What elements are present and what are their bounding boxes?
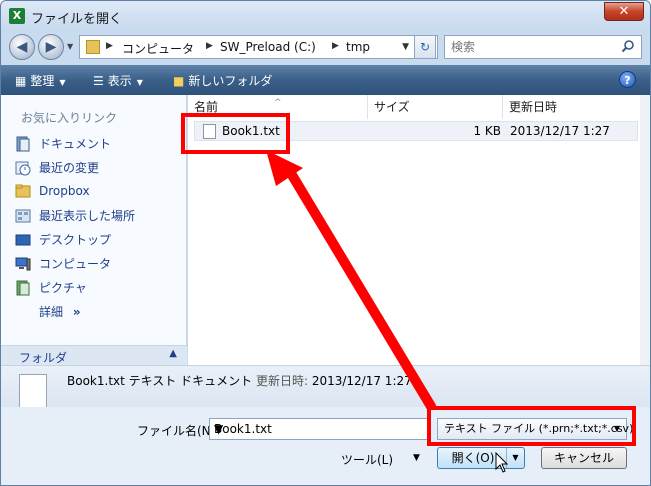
- details-modified-label: 更新日時:: [255, 374, 308, 388]
- open-label: 開く(O): [451, 451, 495, 465]
- new-folder-button[interactable]: ■ 新しいフォルダ: [173, 72, 272, 89]
- sidebar-item-label: 最近表示した場所: [39, 209, 136, 223]
- annotation-highlight-file-type: [427, 406, 636, 446]
- details-summary: Book1.txt テキスト ドキュメント 更新日時: 2013/12/17 1…: [67, 372, 412, 389]
- new-folder-label: 新しいフォルダ: [188, 74, 273, 88]
- vertical-scrollbar[interactable]: [640, 95, 650, 365]
- double-chevron-icon: »: [72, 305, 81, 319]
- folder-icon: [86, 40, 100, 54]
- chevron-down-icon[interactable]: ▼: [214, 422, 424, 436]
- window-title: ファイルを開く: [31, 12, 123, 27]
- file-size: 1 KB: [473, 124, 501, 138]
- organize-icon: ▦: [15, 74, 27, 88]
- tools-menu-button[interactable]: ツール(L): [341, 451, 393, 468]
- breadcrumb-separator-icon[interactable]: ▶: [106, 41, 113, 51]
- title-bar: X ファイルを開く ✕: [1, 1, 650, 31]
- refresh-button[interactable]: ↻: [414, 35, 436, 59]
- view-menu[interactable]: ☰ 表示 ▼: [93, 72, 143, 89]
- sidebar-item-computer[interactable]: コンピュータ: [15, 255, 111, 275]
- sidebar-item-dropbox[interactable]: Dropbox: [15, 183, 90, 203]
- breadcrumb-tmp[interactable]: tmp: [346, 40, 370, 54]
- sidebar-item-label: ピクチャ: [39, 281, 87, 295]
- desktop-icon: [15, 234, 31, 245]
- filename-combobox[interactable]: Book1.txt ▼: [209, 418, 429, 440]
- dropbox-folder-icon: [15, 184, 31, 198]
- recent-places-icon: [15, 209, 31, 222]
- folders-label: フォルダ: [19, 351, 68, 365]
- breadcrumb-separator-icon[interactable]: ▶: [332, 41, 339, 51]
- chevron-down-icon: ▼: [136, 78, 143, 87]
- sidebar-item-recent-changes[interactable]: 最近の変更: [15, 159, 99, 179]
- view-icon: ☰: [93, 74, 104, 88]
- view-label: 表示: [107, 74, 132, 88]
- text-document-icon: [19, 374, 47, 410]
- details-type: テキスト ドキュメント: [128, 374, 253, 388]
- sidebar-item-desktop[interactable]: デスクトップ: [15, 231, 111, 251]
- file-modified: 2013/12/17 1:27: [510, 124, 610, 138]
- filename-label: ファイル名(N):: [137, 424, 220, 438]
- details-link[interactable]: 詳細 »: [39, 303, 81, 320]
- recent-changes-icon: [15, 161, 31, 175]
- documents-icon: [16, 136, 30, 151]
- sidebar-item-label: ドキュメント: [39, 137, 112, 151]
- breadcrumb-computer[interactable]: コンピュータ: [122, 40, 194, 57]
- chevron-down-icon: ▼: [59, 78, 66, 87]
- chevron-up-icon: ▲: [169, 348, 177, 359]
- sort-ascending-icon: ^: [274, 98, 282, 108]
- details-label: 詳細: [39, 305, 64, 319]
- column-header-label: サイズ: [374, 100, 410, 114]
- details-filename: Book1.txt: [67, 374, 125, 388]
- column-header-size[interactable]: サイズ: [368, 95, 503, 119]
- column-header-modified[interactable]: 更新日時: [503, 95, 640, 119]
- address-dropdown-icon[interactable]: ▼: [402, 42, 409, 52]
- address-bar[interactable]: ▶ コンピュータ ▶ SW_Preload (C:) ▶ tmp ▼: [79, 35, 438, 59]
- sidebar-item-documents[interactable]: ドキュメント: [15, 135, 111, 155]
- sidebar-item-pictures[interactable]: ピクチャ: [15, 279, 87, 299]
- sidebar-item-label: デスクトップ: [39, 233, 112, 247]
- column-header-label: 名前: [194, 100, 219, 114]
- navigation-pane: お気に入りリンク ドキュメント 最近の変更 Dropbox 最近表示した場所 デ…: [1, 95, 187, 365]
- help-icon[interactable]: ?: [619, 71, 636, 88]
- sidebar-item-recent-places[interactable]: 最近表示した場所: [15, 207, 135, 227]
- organize-menu[interactable]: ▦ 整理 ▼: [15, 72, 66, 89]
- cancel-button[interactable]: キャンセル: [541, 447, 627, 469]
- column-header-label: 更新日時: [509, 100, 558, 114]
- sidebar-item-label: コンピュータ: [39, 257, 112, 271]
- excel-app-icon: X: [9, 8, 25, 24]
- search-icon[interactable]: [621, 39, 635, 53]
- sidebar-item-label: 最近の変更: [39, 161, 100, 175]
- folders-toggle-bar[interactable]: フォルダ ▲: [1, 345, 187, 367]
- favorites-header: お気に入りリンク: [21, 111, 118, 125]
- details-pane: Book1.txt テキスト ドキュメント 更新日時: 2013/12/17 1…: [1, 365, 650, 410]
- recent-pages-dropdown-icon[interactable]: ▼: [67, 42, 73, 51]
- forward-button[interactable]: ▶: [38, 34, 64, 60]
- organize-label: 整理: [30, 74, 55, 88]
- back-button[interactable]: ◀: [9, 34, 35, 60]
- new-folder-icon: ■: [173, 74, 185, 88]
- chevron-down-icon[interactable]: ▼: [413, 453, 420, 463]
- pictures-icon: [16, 280, 30, 295]
- details-modified-value: 2013/12/17 1:27: [311, 374, 412, 388]
- annotation-highlight-file: [181, 113, 290, 154]
- sidebar-item-label: Dropbox: [39, 184, 90, 198]
- open-button[interactable]: 開く(O) ▼: [437, 447, 525, 469]
- search-box[interactable]: [444, 35, 642, 59]
- search-input[interactable]: [445, 36, 615, 58]
- navigation-bar: ◀ ▶ ▼ ▶ コンピュータ ▶ SW_Preload (C:) ▶ tmp ▼…: [1, 31, 650, 63]
- mouse-cursor-icon: [495, 452, 509, 473]
- breadcrumb-drive[interactable]: SW_Preload (C:): [220, 40, 316, 54]
- computer-icon: [15, 257, 31, 270]
- command-toolbar: ▦ 整理 ▼ ☰ 表示 ▼ ■ 新しいフォルダ ?: [1, 65, 650, 95]
- breadcrumb-separator-icon[interactable]: ▶: [206, 41, 213, 51]
- close-button[interactable]: ✕: [604, 2, 644, 21]
